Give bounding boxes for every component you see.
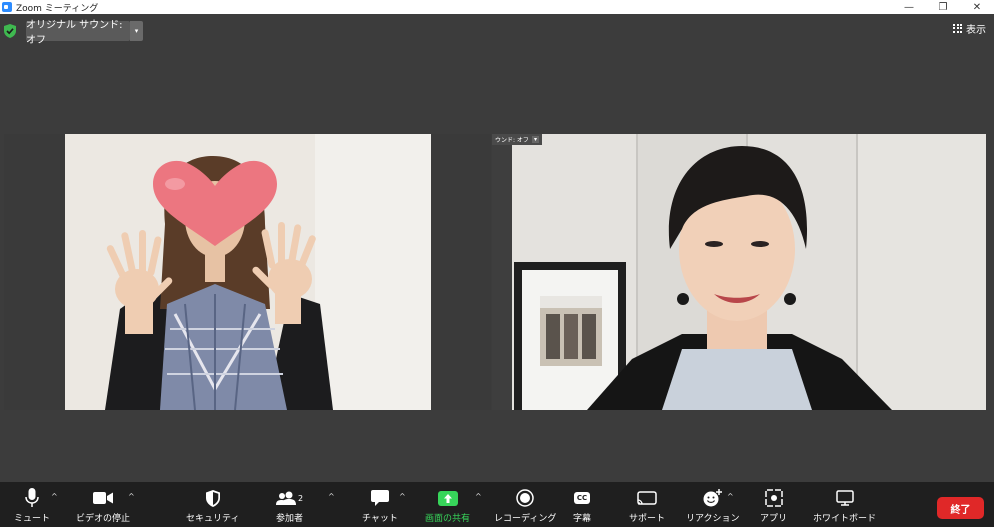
security-label: セキュリティ	[186, 514, 240, 524]
apps-icon	[764, 489, 783, 507]
chat-label: チャット	[362, 514, 398, 524]
view-button[interactable]: 表示	[953, 21, 986, 36]
view-label: 表示	[966, 24, 986, 36]
window-controls: — ❐ ✕	[892, 0, 994, 14]
cast-screen-icon	[637, 490, 657, 505]
participants-options-caret[interactable]: ^	[328, 492, 335, 501]
window-title: Zoom ミーティング	[16, 3, 99, 14]
share-screen-button[interactable]: 画面の共有	[425, 488, 470, 524]
support-label: サポート	[629, 514, 666, 524]
security-button[interactable]: セキュリティ	[186, 488, 239, 524]
participant-audio-caret[interactable]: ▾	[531, 136, 539, 143]
captions-label: 字幕	[573, 514, 592, 524]
share-screen-label: 画面の共有	[425, 514, 471, 524]
reactions-label: リアクション	[686, 514, 740, 524]
mute-button[interactable]: ミュート	[14, 488, 50, 524]
participants-count: 2	[298, 493, 304, 503]
participant-video-left[interactable]	[65, 134, 431, 410]
video-camera-icon	[93, 492, 113, 504]
close-button[interactable]: ✕	[960, 0, 994, 14]
emoji-plus-icon	[703, 489, 722, 507]
window-titlebar: Zoom ミーティング — ❐ ✕	[0, 0, 994, 14]
whiteboard-label: ホワイトボード	[813, 514, 877, 524]
support-button[interactable]: サポート	[629, 488, 665, 524]
restore-button[interactable]: ❐	[926, 0, 960, 14]
participant-left-image	[65, 134, 431, 410]
participants-label: 参加者	[276, 514, 304, 524]
chat-options-caret[interactable]: ^	[399, 492, 406, 501]
original-sound-button[interactable]: オリジナル サウンド: オフ	[26, 20, 130, 46]
apps-button[interactable]: アプリ	[760, 488, 787, 524]
chat-button[interactable]: チャット	[362, 488, 398, 524]
participants-button[interactable]: 2 参加者	[276, 488, 303, 524]
grid-view-icon	[953, 23, 962, 33]
whiteboard-button[interactable]: ホワイトボード	[813, 488, 876, 524]
participants-icon	[276, 491, 296, 505]
minimize-button[interactable]: —	[892, 0, 926, 14]
share-options-caret[interactable]: ^	[475, 492, 482, 501]
encryption-shield-icon[interactable]	[4, 24, 16, 38]
whiteboard-icon	[835, 490, 854, 506]
original-sound-dropdown[interactable]: ▾	[130, 21, 143, 41]
record-label: レコーディング	[494, 514, 557, 524]
record-icon	[516, 489, 534, 507]
stop-video-button[interactable]: ビデオの停止	[76, 488, 130, 524]
mute-options-caret[interactable]: ^	[51, 492, 58, 501]
participant-audio-label-text: ウンド: オフ	[495, 137, 529, 144]
closed-captions-icon: CC	[573, 492, 591, 504]
security-shield-icon	[205, 489, 220, 507]
reactions-options-caret[interactable]: ^	[727, 492, 734, 501]
mute-label: ミュート	[14, 514, 51, 524]
record-button[interactable]: レコーディング	[494, 488, 556, 524]
share-screen-icon	[437, 490, 458, 506]
captions-button[interactable]: CC 字幕	[573, 488, 591, 524]
meeting-toolbar: ミュート ^ ビデオの停止 ^ セキュリティ 2 参加者 ^ チャット ^ 画面…	[0, 482, 994, 527]
apps-label: アプリ	[760, 514, 788, 524]
zoom-app-icon	[2, 2, 12, 12]
chat-bubble-icon	[370, 490, 389, 506]
microphone-icon	[25, 488, 39, 507]
participant-audio-label[interactable]: ウンド: オフ ▾	[492, 134, 542, 145]
participant-right-image	[492, 134, 986, 410]
video-options-caret[interactable]: ^	[128, 492, 135, 501]
participant-video-right[interactable]: ウンド: オフ ▾	[492, 134, 986, 410]
end-meeting-button[interactable]: 終了	[937, 497, 984, 519]
stop-video-label: ビデオの停止	[76, 514, 131, 524]
